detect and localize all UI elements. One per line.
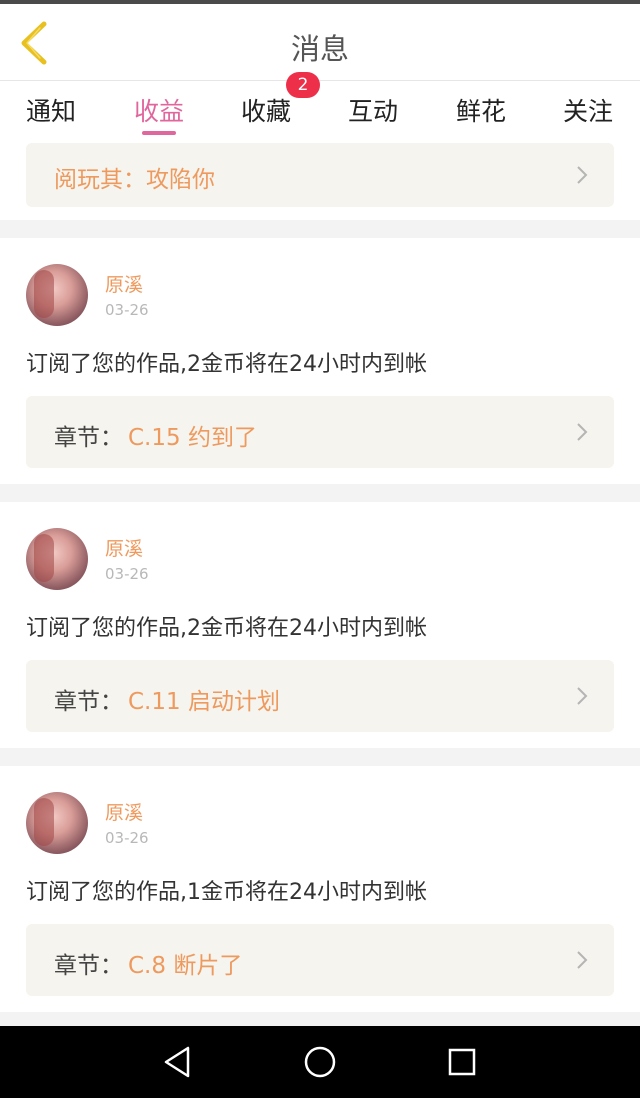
triangle-back-icon[interactable] bbox=[160, 1044, 196, 1080]
chapter-link[interactable]: 章节： C.15 约到了 bbox=[26, 396, 614, 468]
message-text: 订阅了您的作品,1金币将在24小时内到帐 bbox=[26, 880, 427, 905]
list-item: 原溪 03-26 订阅了您的作品,2金币将在24小时内到帐 章节： C.15 约… bbox=[0, 238, 640, 484]
tab-notify[interactable]: 通知 bbox=[11, 92, 91, 128]
avatar[interactable] bbox=[26, 528, 88, 590]
chevron-right-icon bbox=[577, 951, 588, 969]
tab-flowers[interactable]: 鲜花 bbox=[441, 92, 521, 128]
list-item: 原溪 03-26 订阅了您的作品,1金币将在24小时内到帐 章节： C.8 断片… bbox=[0, 766, 640, 1012]
message-list[interactable]: 阅玩其：攻陷你 原溪 03-26 订阅了您的作品,2金币将在24小时内到帐 章节… bbox=[0, 140, 640, 1026]
user-name[interactable]: 原溪 bbox=[105, 798, 143, 825]
favorites-count-badge: 2 bbox=[286, 72, 320, 98]
tab-bar: 通知 收益 收藏 2 互动 鲜花 关注 bbox=[0, 72, 640, 140]
chapter-title: C.15 约到了 bbox=[128, 425, 257, 451]
chapter-title: 阅玩其：攻陷你 bbox=[54, 167, 215, 193]
chevron-right-icon bbox=[577, 423, 588, 441]
chapter-label: 章节： bbox=[54, 953, 123, 979]
chapter-link[interactable]: 章节： C.11 启动计划 bbox=[26, 660, 614, 732]
list-item: 阅玩其：攻陷你 bbox=[0, 140, 640, 220]
active-tab-indicator bbox=[142, 131, 176, 135]
list-item: 原溪 03-26 订阅了您的作品,2金币将在24小时内到帐 章节： C.11 启… bbox=[0, 502, 640, 748]
chevron-right-icon bbox=[577, 166, 588, 184]
system-nav-bar bbox=[0, 1026, 640, 1098]
chevron-right-icon bbox=[577, 687, 588, 705]
chapter-label: 章节： bbox=[54, 689, 123, 715]
chapter-title: C.8 断片了 bbox=[128, 953, 243, 979]
tab-interaction[interactable]: 互动 bbox=[333, 92, 413, 128]
date-label: 03-26 bbox=[105, 301, 149, 319]
date-label: 03-26 bbox=[105, 829, 149, 847]
chapter-link[interactable]: 章节： C.8 断片了 bbox=[26, 924, 614, 996]
page-title: 消息 bbox=[290, 32, 349, 66]
chapter-link[interactable]: 阅玩其：攻陷你 bbox=[26, 143, 614, 207]
tab-follow[interactable]: 关注 bbox=[548, 92, 628, 128]
user-name[interactable]: 原溪 bbox=[105, 270, 143, 297]
date-label: 03-26 bbox=[105, 565, 149, 583]
user-name[interactable]: 原溪 bbox=[105, 534, 143, 561]
tab-earnings[interactable]: 收益 bbox=[119, 92, 199, 128]
avatar[interactable] bbox=[26, 792, 88, 854]
circle-home-icon[interactable] bbox=[302, 1044, 338, 1080]
message-text: 订阅了您的作品,2金币将在24小时内到帐 bbox=[26, 616, 427, 641]
square-recent-icon[interactable] bbox=[444, 1044, 480, 1080]
avatar[interactable] bbox=[26, 264, 88, 326]
message-text: 订阅了您的作品,2金币将在24小时内到帐 bbox=[26, 352, 427, 377]
header: 消息 bbox=[0, 4, 640, 81]
chapter-title: C.11 启动计划 bbox=[128, 689, 280, 715]
chapter-label: 章节： bbox=[54, 425, 123, 451]
tab-favorites[interactable]: 收藏 bbox=[226, 92, 306, 128]
